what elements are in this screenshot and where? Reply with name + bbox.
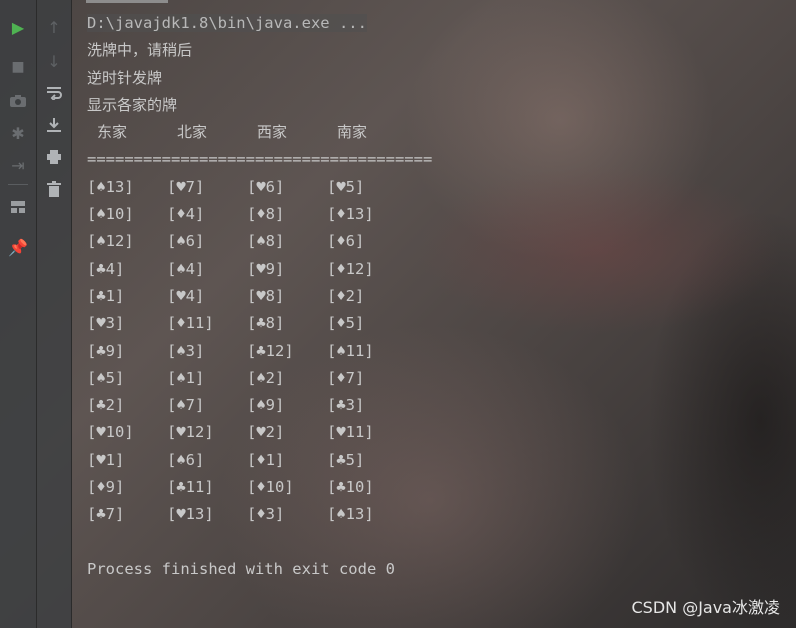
card-cell: [♦5]: [327, 314, 365, 333]
card-row: [♣9] [♠3] [♣12] [♠11]: [87, 338, 796, 365]
card-row: [♠13] [♥7] [♥6] [♥5]: [87, 174, 796, 201]
card-row: [♠5] [♠1] [♠2] [♦7]: [87, 365, 796, 392]
player-header: 东家 北家 西家 南家: [87, 119, 796, 146]
card-cell: [♣3]: [327, 396, 365, 415]
card-cell: [♠13]: [327, 505, 374, 524]
card-cell: [♥11]: [327, 423, 374, 442]
soft-wrap-icon[interactable]: [37, 80, 71, 106]
header-west: 西家: [257, 123, 288, 142]
card-cell: [♥10]: [87, 423, 134, 442]
card-cell: [♠5]: [87, 368, 125, 387]
card-cell: [♥3]: [87, 314, 125, 333]
card-cell: [♦1]: [247, 450, 285, 469]
card-cell: [♦3]: [247, 505, 285, 524]
card-cell: [♠6]: [167, 232, 205, 251]
card-cell: [♠4]: [167, 259, 205, 278]
card-cell: [♦6]: [327, 232, 365, 251]
card-cell: [♣12]: [247, 341, 294, 360]
arrow-down-icon[interactable]: ↓: [37, 48, 71, 74]
trash-icon[interactable]: [37, 176, 71, 202]
card-cell: [♥2]: [247, 423, 285, 442]
card-row: [♠10] [♦4] [♦8] [♦13]: [87, 201, 796, 228]
card-row: [♦9] [♣11] [♦10] [♣10]: [87, 474, 796, 501]
layout-icon[interactable]: [0, 194, 36, 220]
command-text[interactable]: D:\javajdk1.8\bin\java.exe ...: [87, 14, 367, 32]
card-row: [♥10] [♥12] [♥2] [♥11]: [87, 419, 796, 446]
card-cell: [♣9]: [87, 341, 125, 360]
camera-icon[interactable]: [0, 88, 36, 114]
card-cell: [♦12]: [327, 259, 374, 278]
separator-line: =====================================: [87, 150, 433, 169]
card-cell: [♦7]: [327, 368, 365, 387]
card-cell: [♣11]: [167, 478, 214, 497]
header-north: 北家: [177, 123, 208, 142]
scroll-to-end-icon[interactable]: [37, 112, 71, 138]
play-icon[interactable]: ▶: [0, 14, 36, 40]
card-cell: [♠10]: [87, 205, 134, 224]
card-row: [♣2] [♠7] [♠9] [♣3]: [87, 392, 796, 419]
card-cell: [♣7]: [87, 505, 125, 524]
pin-icon[interactable]: 📌: [0, 234, 36, 260]
card-cell: [♣8]: [247, 314, 285, 333]
card-row: [♥3] [♦11] [♣8] [♦5]: [87, 310, 796, 337]
card-cell: [♥13]: [167, 505, 214, 524]
status-line: 洗牌中，请稍后: [87, 41, 193, 60]
status-line: 显示各家的牌: [87, 95, 178, 114]
card-cell: [♦13]: [327, 205, 374, 224]
card-cell: [♠12]: [87, 232, 134, 251]
card-cell: [♠1]: [167, 368, 205, 387]
card-cell: [♥4]: [167, 286, 205, 305]
card-cell: [♦11]: [167, 314, 214, 333]
card-cell: [♥5]: [327, 177, 365, 196]
watermark: CSDN @Java冰激凌: [631, 598, 780, 617]
run-toolbar-left: ▶ ■ ✱ ⇥ 📌: [0, 0, 37, 628]
bug-icon[interactable]: ✱: [0, 120, 36, 146]
card-cell: [♣4]: [87, 259, 125, 278]
card-cell: [♦10]: [247, 478, 294, 497]
card-cell: [♦9]: [87, 478, 125, 497]
card-rows: [♠13] [♥7] [♥6] [♥5] [♠10] [♦4] [♦8] [♦13] [♠12]…: [87, 174, 796, 529]
arrow-up-icon[interactable]: ↑: [37, 14, 71, 40]
card-row: [♥1] [♠6] [♦1] [♣5]: [87, 447, 796, 474]
card-cell: [♠11]: [327, 341, 374, 360]
exit-message: Process finished with exit code 0: [87, 559, 395, 578]
card-cell: [♠7]: [167, 396, 205, 415]
card-cell: [♥7]: [167, 177, 205, 196]
card-row: [♣4] [♠4] [♥9] [♦12]: [87, 256, 796, 283]
card-cell: [♠2]: [247, 368, 285, 387]
card-cell: [♣2]: [87, 396, 125, 415]
console-output[interactable]: D:\javajdk1.8\bin\java.exe ... 洗牌中，请稍后 逆…: [87, 10, 796, 583]
card-cell: [♠8]: [247, 232, 285, 251]
card-cell: [♦4]: [167, 205, 205, 224]
card-cell: [♥9]: [247, 259, 285, 278]
card-cell: [♣1]: [87, 286, 125, 305]
card-cell: [♥8]: [247, 286, 285, 305]
card-row: [♠12] [♠6] [♠8] [♦6]: [87, 228, 796, 255]
card-cell: [♠9]: [247, 396, 285, 415]
card-cell: [♠3]: [167, 341, 205, 360]
card-cell: [♥12]: [167, 423, 214, 442]
card-cell: [♠6]: [167, 450, 205, 469]
command-line[interactable]: D:\javajdk1.8\bin\java.exe ...: [87, 10, 796, 37]
sign-in-icon[interactable]: ⇥: [0, 152, 36, 178]
header-east: 东家: [97, 123, 128, 142]
stop-icon[interactable]: ■: [0, 54, 36, 80]
card-cell: [♠13]: [87, 177, 134, 196]
card-row: [♣7] [♥13] [♦3] [♠13]: [87, 501, 796, 528]
card-cell: [♦2]: [327, 286, 365, 305]
card-cell: [♣10]: [327, 478, 374, 497]
print-icon[interactable]: [37, 144, 71, 170]
header-south: 南家: [337, 123, 368, 142]
card-cell: [♦8]: [247, 205, 285, 224]
status-line: 逆时针发牌: [87, 68, 163, 87]
tab-indicator: [86, 0, 168, 3]
divider: [8, 184, 28, 185]
card-cell: [♣5]: [327, 450, 365, 469]
card-cell: [♥1]: [87, 450, 125, 469]
card-row: [♣1] [♥4] [♥8] [♦2]: [87, 283, 796, 310]
card-cell: [♥6]: [247, 177, 285, 196]
run-toolbar-right: ↑ ↓: [37, 0, 72, 628]
